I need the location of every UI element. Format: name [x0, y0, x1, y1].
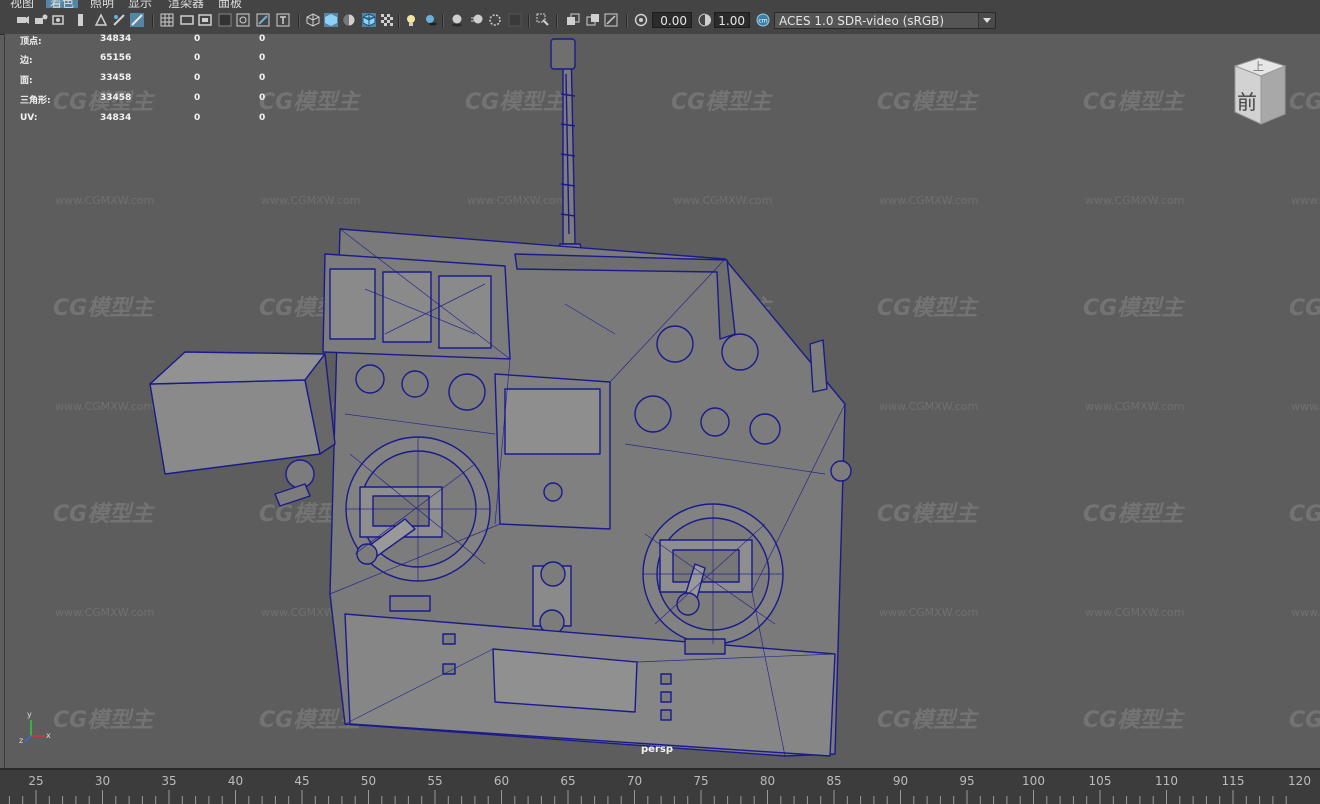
color-management-icon[interactable]: cm — [756, 13, 770, 27]
axis-x-label: x — [46, 731, 51, 740]
view-cube-front[interactable]: 前 — [1237, 86, 1257, 115]
field-chart-icon[interactable] — [236, 13, 250, 27]
time-tick-label: 55 — [427, 774, 443, 788]
gamma-field[interactable]: 1.00 — [714, 12, 750, 28]
perspective-viewport[interactable]: CG模型主CG模型主CG模型主CG模型主CG模型主CG模型主CG模型主CG模型主… — [4, 34, 1320, 768]
wireframe-on-shaded-icon[interactable] — [362, 13, 376, 27]
anti-aliasing-icon[interactable] — [488, 13, 502, 27]
xray-active-components-icon[interactable] — [604, 13, 618, 27]
gate-mask-icon[interactable] — [218, 13, 232, 27]
time-tick-label: 105 — [1088, 774, 1112, 788]
xray-icon[interactable] — [566, 13, 580, 27]
time-tick-label: 45 — [294, 774, 310, 788]
screen-space-ao-icon[interactable] — [450, 13, 464, 27]
time-tick-label: 70 — [626, 774, 643, 788]
shadows-icon[interactable] — [424, 13, 438, 27]
time-tick-label: 50 — [360, 774, 377, 788]
radio-controller-model[interactable] — [5, 34, 1320, 768]
use-all-lights-icon[interactable] — [404, 13, 418, 27]
time-tick-label: 40 — [227, 774, 244, 788]
chevron-down-icon[interactable] — [978, 13, 995, 28]
menu-show[interactable]: 显示 — [128, 0, 152, 8]
image-plane-icon[interactable] — [74, 13, 88, 27]
time-tick-label: 95 — [959, 774, 975, 788]
time-tick-label: 115 — [1221, 774, 1245, 788]
default-material-icon[interactable] — [342, 13, 356, 27]
time-tick-label: 30 — [94, 774, 111, 788]
time-tick-label: 120 — [1288, 774, 1311, 788]
menu-renderer[interactable]: 渲染器 — [168, 0, 204, 8]
menu-shading[interactable]: 着色 — [46, 0, 79, 8]
camera-select-icon[interactable] — [16, 13, 30, 27]
time-tick-label: 60 — [493, 774, 510, 788]
exposure-icon[interactable] — [634, 13, 648, 27]
time-tick-label: 75 — [693, 774, 709, 788]
menu-lighting[interactable]: 照明 — [90, 0, 114, 8]
exposure-field[interactable]: 0.00 — [652, 12, 692, 28]
menu-view[interactable]: 视图 — [10, 0, 34, 8]
panel-toolbar: 0.00 1.00 cm ACES 1.0 SDR-video (sRGB) — [0, 8, 1320, 35]
time-tick-label: 65 — [560, 774, 576, 788]
time-tick-label: 35 — [161, 774, 177, 788]
time-tick-label: 80 — [759, 774, 776, 788]
menu-panels[interactable]: 面板 — [218, 0, 242, 8]
xray-joints-icon[interactable] — [586, 13, 600, 27]
time-tick-label: 100 — [1022, 774, 1045, 788]
axis-gizmo: y x z — [19, 710, 51, 745]
view-cube[interactable]: 上 前 — [1227, 56, 1293, 128]
bookmark-icon[interactable] — [52, 13, 66, 27]
depth-of-field-icon[interactable] — [508, 13, 522, 27]
camera-attributes-icon[interactable] — [34, 13, 48, 27]
smooth-shade-icon[interactable] — [324, 13, 338, 27]
motion-blur-icon[interactable] — [470, 13, 484, 27]
time-slider[interactable]: 25 30 35 40 45 50 55 60 65 70 75 80 85 90 95 100 105 110 1… — [0, 768, 1320, 804]
resolution-gate-icon[interactable] — [198, 13, 212, 27]
axis-z-label: z — [19, 736, 24, 745]
view-cube-top[interactable]: 上 — [1253, 58, 1264, 74]
safe-action-icon[interactable] — [256, 13, 270, 27]
textured-icon[interactable] — [380, 13, 394, 27]
wireframe-pencil-icon[interactable] — [130, 13, 144, 27]
time-tick-label: 25 — [28, 774, 44, 788]
time-tick-label: 110 — [1155, 774, 1178, 788]
grease-pencil-icon[interactable] — [112, 13, 126, 27]
time-tick-label: 90 — [892, 774, 909, 788]
gamma-icon[interactable] — [698, 13, 712, 27]
svg-text:cm: cm — [758, 18, 767, 25]
film-gate-icon[interactable] — [180, 13, 194, 27]
panel-menubar: 视图 着色 照明 显示 渲染器 面板 — [0, 0, 1320, 8]
view-transform-value: ACES 1.0 SDR-video (sRGB) — [779, 14, 945, 28]
grid-icon[interactable] — [160, 13, 174, 27]
axis-y-label: y — [27, 710, 32, 719]
safe-title-icon[interactable] — [276, 13, 290, 27]
isolate-select-icon[interactable] — [536, 13, 550, 27]
view-transform-select[interactable]: ACES 1.0 SDR-video (sRGB) — [774, 12, 996, 29]
time-tick-label: 85 — [826, 774, 842, 788]
two-d-pan-icon[interactable] — [94, 13, 108, 27]
camera-name-label: persp — [641, 744, 673, 755]
wireframe-cube-icon[interactable] — [306, 13, 320, 27]
